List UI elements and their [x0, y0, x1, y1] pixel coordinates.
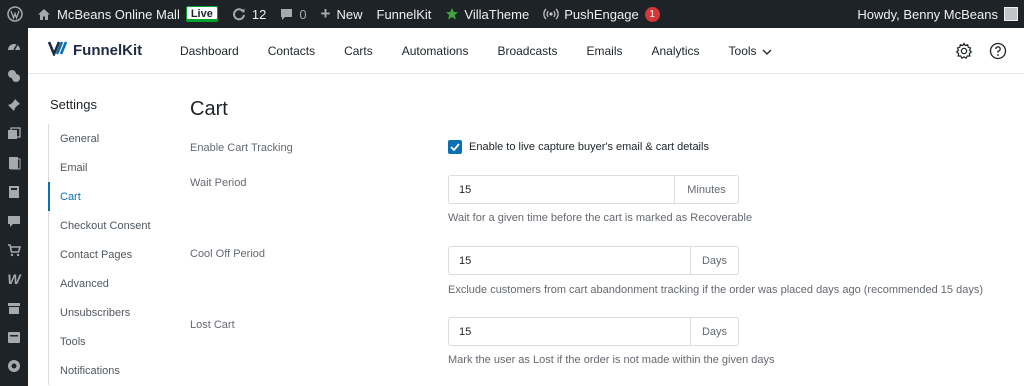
greeting: Howdy, Benny McBeans [857, 6, 998, 22]
comments-menu-icon[interactable] [0, 206, 28, 235]
star-icon [445, 7, 459, 21]
wait-period-help: Wait for a given time before the cart is… [448, 212, 753, 224]
wordpress-logo-icon[interactable] [0, 0, 30, 28]
logo-text: FunnelKit [73, 42, 143, 59]
home-icon [37, 8, 51, 21]
new-label: New [336, 6, 363, 22]
nav-dashboard[interactable]: Dashboard [180, 44, 239, 58]
enable-cart-tracking-checkbox[interactable] [448, 140, 462, 154]
comment-icon [280, 8, 293, 21]
nav-contacts[interactable]: Contacts [268, 44, 315, 58]
funnelkit-label: FunnelKit [376, 6, 432, 22]
settings-item-checkout-consent[interactable]: Checkout Consent [49, 211, 158, 240]
header-actions [940, 41, 1008, 61]
dashboard-icon[interactable] [0, 32, 28, 61]
checkmark-icon [450, 143, 460, 151]
media-icon[interactable] [0, 119, 28, 148]
nav-emails[interactable]: Emails [586, 44, 622, 58]
settings-item-cart[interactable]: Cart [48, 182, 158, 211]
pushengage-link[interactable]: PushEngage 1 [536, 0, 666, 28]
settings-item-contact-pages[interactable]: Contact Pages [49, 240, 158, 269]
live-badge: Live [185, 6, 218, 22]
new-content-link[interactable]: + New [314, 0, 370, 28]
nav-carts[interactable]: Carts [344, 44, 373, 58]
wait-period-unit: Minutes [674, 176, 738, 203]
pushengage-label: PushEngage [564, 6, 639, 22]
cool-off-period-unit: Days [690, 247, 738, 274]
cart-icon[interactable] [0, 235, 28, 264]
pages-icon[interactable] [0, 148, 28, 177]
help-icon[interactable] [988, 41, 1008, 61]
funnelkit-logo-icon [47, 40, 70, 61]
settings-item-general[interactable]: General [49, 124, 158, 153]
wait-period-field: Minutes [448, 175, 739, 204]
book-icon[interactable] [0, 177, 28, 206]
avatar [1004, 7, 1018, 21]
enable-cart-tracking-label: Enable Cart Tracking [190, 142, 293, 154]
villatheme-link[interactable]: VillaTheme [438, 0, 536, 28]
settings-item-tools[interactable]: Tools [49, 327, 158, 356]
nav-automations[interactable]: Automations [402, 44, 469, 58]
pin-icon[interactable] [0, 90, 28, 119]
lost-cart-input[interactable] [449, 318, 690, 345]
site-name-link[interactable]: McBeans Online Mall Live [30, 0, 225, 28]
lost-cart-field: Days [448, 317, 739, 346]
updates-count: 12 [251, 6, 267, 22]
wp-admin-menu: W [0, 28, 28, 386]
wait-period-label: Wait Period [190, 177, 247, 189]
funnelkit-logo[interactable]: FunnelKit [47, 40, 180, 61]
settings-item-email[interactable]: Email [49, 153, 158, 182]
main-nav: Dashboard Contacts Carts Automations Bro… [180, 44, 801, 58]
comments-link[interactable]: 0 [273, 0, 313, 28]
cool-off-period-help: Exclude customers from cart abandonment … [448, 284, 983, 296]
funnelkit-menu-icon[interactable] [0, 61, 28, 90]
nav-analytics[interactable]: Analytics [652, 44, 700, 58]
woocommerce-w-icon[interactable]: W [0, 264, 28, 293]
cool-off-period-label: Cool Off Period [190, 248, 266, 260]
funnelkit-link[interactable]: FunnelKit [370, 0, 439, 28]
lost-cart-unit: Days [690, 318, 738, 345]
nav-broadcasts[interactable]: Broadcasts [497, 44, 557, 58]
settings-title: Settings [50, 97, 97, 112]
chevron-down-icon [762, 44, 772, 58]
comments-count: 0 [299, 6, 307, 22]
settings-item-advanced[interactable]: Advanced [49, 269, 158, 298]
lost-cart-help: Mark the user as Lost if the order is no… [448, 354, 775, 366]
page-title: Cart [190, 98, 228, 120]
settings-nav: General Email Cart Checkout Consent Cont… [48, 124, 158, 385]
enable-cart-tracking-checkbox-label[interactable]: Enable to live capture buyer's email & c… [469, 141, 709, 153]
nav-tools[interactable]: Tools [729, 44, 772, 58]
cool-off-period-field: Days [448, 246, 739, 275]
app-header: FunnelKit Dashboard Contacts Carts Autom… [28, 28, 1024, 74]
villatheme-label: VillaTheme [464, 6, 530, 22]
broadcast-icon [543, 7, 559, 21]
gear-icon[interactable] [954, 41, 974, 61]
site-name: McBeans Online Mall [57, 6, 180, 22]
archive-icon[interactable] [0, 293, 28, 322]
plus-icon: + [320, 4, 331, 23]
box-icon[interactable] [0, 322, 28, 351]
my-account-link[interactable]: Howdy, Benny McBeans [857, 7, 1024, 22]
cool-off-period-input[interactable] [449, 247, 690, 274]
pushengage-badge: 1 [644, 6, 660, 22]
settings-item-unsubscribers[interactable]: Unsubscribers [49, 298, 158, 327]
wp-admin-bar: McBeans Online Mall Live 12 0 + New Funn… [0, 0, 1024, 28]
refresh-icon [232, 7, 246, 21]
lost-cart-label: Lost Cart [190, 319, 235, 331]
updates-link[interactable]: 12 [225, 0, 273, 28]
wait-period-input[interactable] [449, 176, 674, 203]
settings-item-notifications[interactable]: Notifications [49, 356, 158, 385]
nav-tools-label: Tools [728, 43, 757, 58]
plugin-circle-icon[interactable] [0, 351, 28, 380]
